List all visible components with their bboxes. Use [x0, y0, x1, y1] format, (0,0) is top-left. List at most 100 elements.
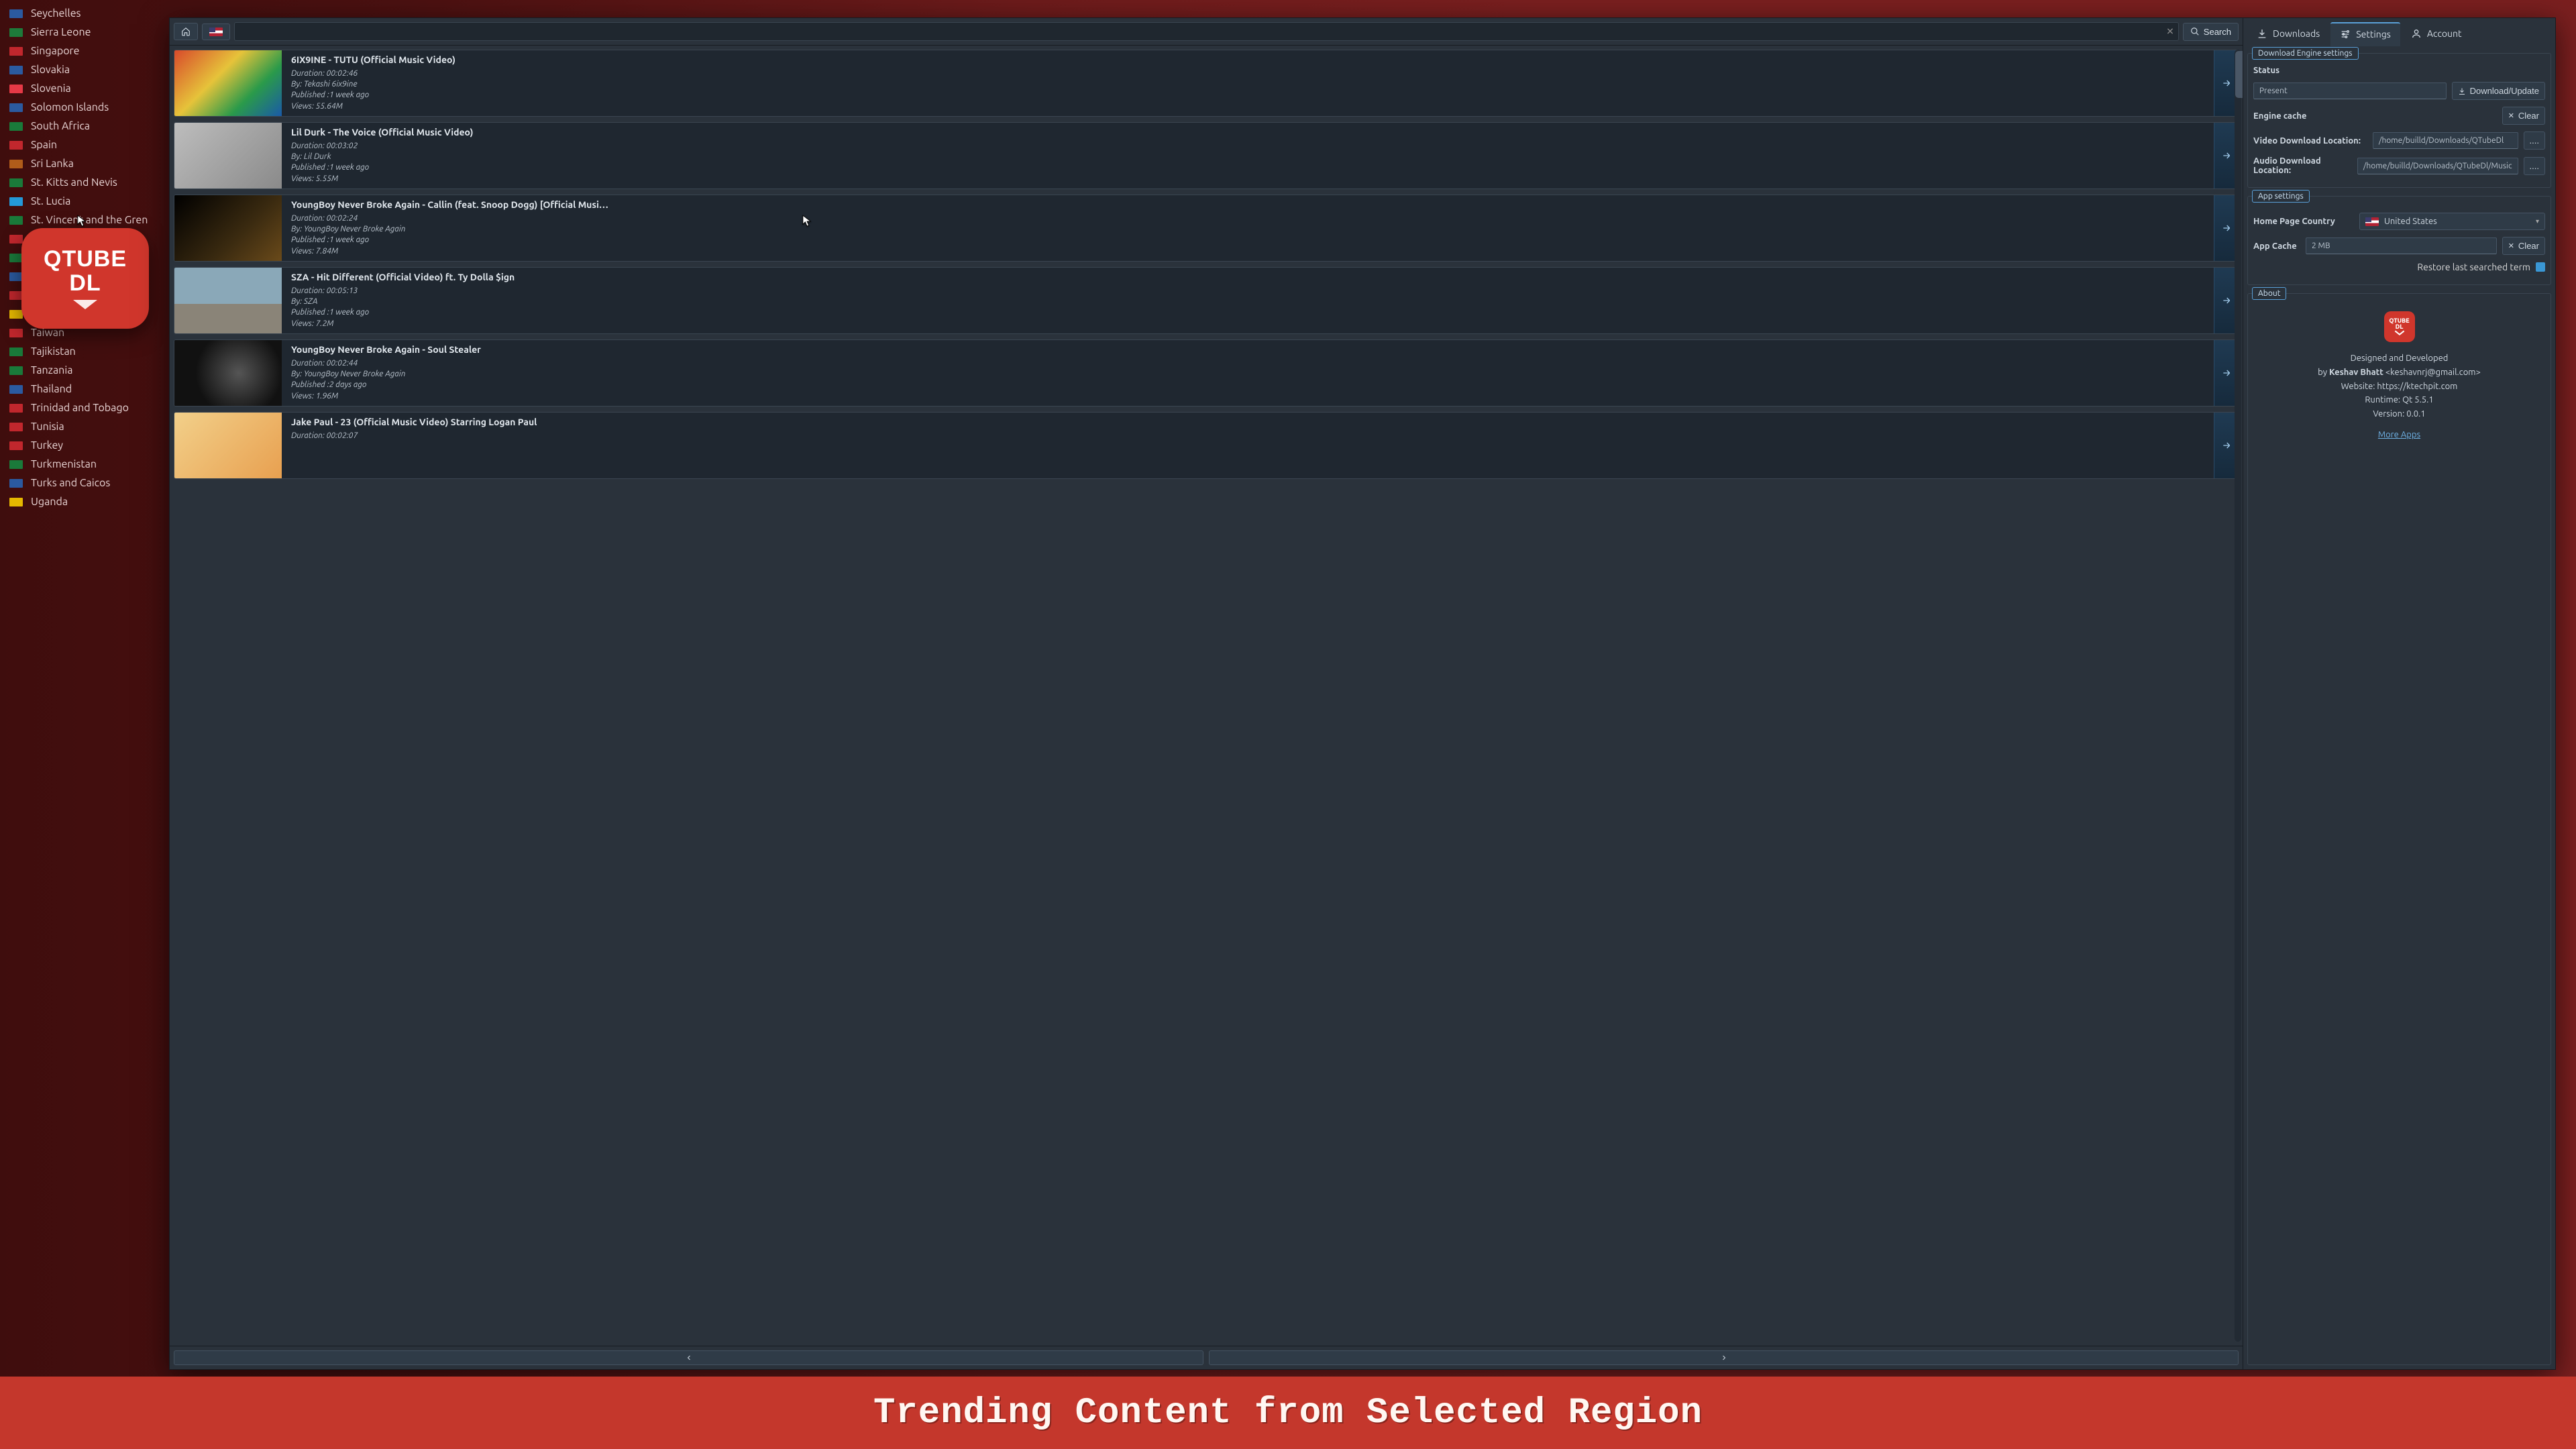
next-page-button[interactable] — [1209, 1350, 2239, 1365]
video-title: YoungBoy Never Broke Again - Callin (fea… — [291, 199, 2204, 210]
country-item[interactable]: St. Kitts and Nevis — [0, 173, 161, 192]
country-item[interactable]: Turkmenistan — [0, 455, 161, 474]
video-item[interactable]: Lil Durk - The Voice (Official Music Vid… — [174, 122, 2239, 189]
video-subtitle: Duration: 00:02:46By: Tekashi 6ix9inePub… — [291, 68, 2204, 112]
audio-location-label: Audio Download Location: — [2253, 156, 2352, 175]
selected-region-flag[interactable] — [202, 23, 230, 40]
flag-icon — [9, 28, 23, 37]
country-item[interactable]: Uganda — [0, 492, 161, 511]
url-address-field[interactable]: ✕ — [234, 22, 2179, 41]
app-cache-field: 2 MB — [2306, 237, 2497, 254]
country-item[interactable]: Seychelles — [0, 4, 161, 23]
results-scrollbar[interactable] — [2235, 50, 2241, 1342]
flag-icon — [9, 85, 23, 93]
engine-cache-label: Engine cache — [2253, 111, 2497, 121]
browse-toolbar: ✕ Search — [170, 18, 2243, 46]
download-update-button[interactable]: Download/Update — [2452, 82, 2545, 100]
country-item[interactable]: Thailand — [0, 380, 161, 398]
country-item[interactable]: Tunisia — [0, 417, 161, 436]
flag-us-icon — [2365, 217, 2379, 226]
country-item[interactable]: Turks and Caicos — [0, 474, 161, 492]
status-label: Status — [2253, 66, 2279, 75]
cursor-icon — [77, 215, 87, 227]
prev-page-button[interactable] — [174, 1350, 1203, 1365]
country-label: Turkmenistan — [31, 458, 97, 470]
video-item[interactable]: Jake Paul - 23 (Official Music Video) St… — [174, 412, 2239, 479]
home-button[interactable] — [174, 23, 198, 40]
country-item[interactable]: Trinidad and Tobago — [0, 398, 161, 417]
browse-pane: ✕ Search 6IX9INE - TUTU (Official Music … — [170, 18, 2243, 1369]
country-item[interactable]: Spain — [0, 136, 161, 154]
settings-pane: Downloads Settings Account Download Engi… — [2243, 18, 2555, 1369]
video-thumbnail — [174, 268, 282, 333]
country-label: Thailand — [31, 383, 72, 395]
country-item[interactable]: St. Lucia — [0, 192, 161, 211]
app-cache-clear-button[interactable]: ✕ Clear — [2502, 237, 2545, 255]
country-label: Uganda — [31, 496, 68, 508]
video-item[interactable]: SZA - Hit Different (Official Video) ft.… — [174, 267, 2239, 334]
flag-icon — [9, 498, 23, 506]
country-label: Turks and Caicos — [31, 477, 110, 489]
flag-icon — [9, 47, 23, 56]
audio-location-input[interactable]: /home/builld/Downloads/QTubeDl/Music — [2357, 158, 2518, 174]
engine-cache-clear-button[interactable]: ✕ Clear — [2502, 107, 2545, 125]
video-results-list: 6IX9INE - TUTU (Official Music Video) Dur… — [170, 46, 2243, 1346]
flag-icon — [9, 423, 23, 431]
video-item[interactable]: YoungBoy Never Broke Again - Soul Steale… — [174, 339, 2239, 407]
restore-last-search-label: Restore last searched term — [2417, 262, 2530, 272]
country-label: Tajikistan — [31, 345, 76, 358]
video-location-browse-button[interactable]: .... — [2524, 131, 2545, 150]
country-label: Tunisia — [31, 421, 64, 433]
country-item[interactable]: Slovenia — [0, 79, 161, 98]
video-subtitle: Duration: 00:03:02By: Lil DurkPublished … — [291, 141, 2204, 184]
panel-title: About — [2252, 287, 2286, 300]
flag-us-icon — [209, 28, 223, 36]
flag-icon — [9, 254, 23, 262]
country-item[interactable]: Sierra Leone — [0, 23, 161, 42]
tab-settings[interactable]: Settings — [2330, 22, 2400, 46]
flag-icon — [9, 404, 23, 413]
video-title: YoungBoy Never Broke Again - Soul Steale… — [291, 344, 2204, 355]
country-label: Slovenia — [31, 83, 71, 95]
clear-url-icon[interactable]: ✕ — [2166, 26, 2174, 38]
video-thumbnail — [174, 50, 282, 116]
video-title: SZA - Hit Different (Official Video) ft.… — [291, 272, 2204, 282]
video-item[interactable]: YoungBoy Never Broke Again - Callin (fea… — [174, 195, 2239, 262]
video-subtitle: Duration: 00:05:13By: SZAPublished :1 we… — [291, 286, 2204, 329]
search-button[interactable]: Search — [2183, 23, 2239, 41]
flag-icon — [9, 160, 23, 168]
tab-account[interactable]: Account — [2402, 23, 2471, 46]
country-item[interactable]: Solomon Islands — [0, 98, 161, 117]
more-apps-link[interactable]: More Apps — [2378, 430, 2420, 439]
panel-title: Download Engine settings — [2252, 47, 2359, 60]
video-title: 6IX9INE - TUTU (Official Music Video) — [291, 54, 2204, 65]
home-country-dropdown[interactable]: United States — [2359, 213, 2545, 230]
video-title: Jake Paul - 23 (Official Music Video) St… — [291, 417, 2204, 427]
flag-icon — [9, 479, 23, 488]
video-thumbnail — [174, 340, 282, 406]
about-panel: About QTUBEDL Designed and Developed by … — [2247, 293, 2551, 1365]
banner-text: Trending Content from Selected Region — [0, 1377, 2576, 1449]
country-label: Turkey — [31, 439, 63, 451]
country-label: Solomon Islands — [31, 101, 109, 113]
country-item[interactable]: Turkey — [0, 436, 161, 455]
video-item[interactable]: 6IX9INE - TUTU (Official Music Video) Dur… — [174, 50, 2239, 117]
country-item[interactable]: Singapore — [0, 42, 161, 60]
video-location-input[interactable]: /home/builld/Downloads/QTubeDl — [2373, 132, 2518, 149]
flag-icon — [9, 122, 23, 131]
country-item[interactable]: Slovakia — [0, 60, 161, 79]
restore-last-search-checkbox[interactable] — [2536, 262, 2545, 272]
flag-icon — [9, 385, 23, 394]
country-label: Trinidad and Tobago — [31, 402, 129, 414]
country-item[interactable]: Tanzania — [0, 361, 161, 380]
country-item[interactable]: South Africa — [0, 117, 161, 136]
tab-downloads[interactable]: Downloads — [2247, 23, 2329, 46]
country-label: St. Vincent and the Gren — [31, 214, 148, 226]
country-item[interactable]: Sri Lanka — [0, 154, 161, 173]
audio-location-browse-button[interactable]: .... — [2524, 157, 2545, 175]
country-item[interactable]: Tajikistan — [0, 342, 161, 361]
pager — [170, 1346, 2243, 1369]
video-subtitle: Duration: 00:02:24By: YoungBoy Never Bro… — [291, 213, 2204, 257]
country-label: Tanzania — [31, 364, 72, 376]
flag-icon — [9, 141, 23, 150]
